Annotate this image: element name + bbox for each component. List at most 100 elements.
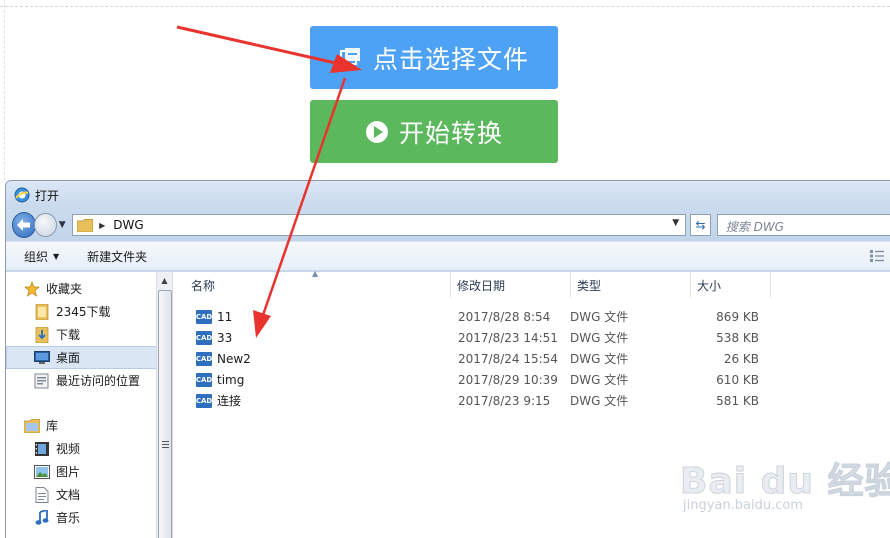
cad-file-icon: CAD xyxy=(196,330,212,345)
dialog-titlebar[interactable]: 打开 xyxy=(6,181,890,209)
file-name: 11 xyxy=(217,309,233,324)
navigation-pane: 收藏夹 2345下载 下载 桌面 最近访问的位置 库 视频 图片 文档 音乐 xyxy=(6,272,159,538)
scrollbar-thumb[interactable] xyxy=(158,290,172,538)
nav-item-2345-downloads[interactable]: 2345下载 xyxy=(6,300,156,323)
play-icon xyxy=(365,120,389,144)
screenshot-stage: 点击选择文件 开始转换 打开 ▼ ▶ DWG ▼ ⇆ 搜索 DWG 组织 ▼ 新… xyxy=(0,0,890,538)
column-header-type[interactable]: 类型 xyxy=(571,272,691,298)
scroll-up-icon[interactable]: ▲ xyxy=(157,272,172,289)
file-size: 538 KB xyxy=(716,330,759,345)
file-name-cell: CAD 11 xyxy=(174,309,450,324)
new-folder-button[interactable]: 新建文件夹 xyxy=(87,248,147,265)
folder-icon xyxy=(77,218,94,232)
file-size: 869 KB xyxy=(716,309,759,324)
nav-item-label: 2345下载 xyxy=(56,305,111,319)
nav-item-videos[interactable]: 视频 xyxy=(6,437,156,460)
select-file-label: 点击选择文件 xyxy=(372,44,529,74)
nav-item-label: 音乐 xyxy=(56,511,81,525)
refresh-button[interactable]: ⇆ xyxy=(690,214,711,236)
search-input[interactable]: 搜索 DWG xyxy=(716,214,890,236)
address-bar[interactable]: ▶ DWG ▼ xyxy=(72,214,687,236)
nav-item-label: 下载 xyxy=(56,328,81,342)
file-name-cell: CAD New2 xyxy=(174,351,450,366)
dialog-toolbar: 组织 ▼ 新建文件夹 xyxy=(6,241,890,271)
start-convert-button[interactable]: 开始转换 xyxy=(310,100,558,163)
file-name: timg xyxy=(217,372,245,387)
file-modified-date: 2017/8/24 15:54 xyxy=(458,351,558,366)
watermark-url: jingyan.baidu.com xyxy=(683,498,803,513)
file-row[interactable]: CAD 连接 2017/8/23 9:15 DWG 文件 581 KB xyxy=(174,390,890,411)
document-icon xyxy=(34,486,50,503)
file-row[interactable]: CAD 11 2017/8/28 8:54 DWG 文件 869 KB xyxy=(174,306,890,327)
column-header-label: 名称 xyxy=(191,278,216,293)
organize-menu[interactable]: 组织 ▼ xyxy=(24,248,59,265)
column-header-label: 类型 xyxy=(577,278,602,293)
nav-item-documents[interactable]: 文档 xyxy=(6,483,156,506)
nav-item-pictures[interactable]: 图片 xyxy=(6,460,156,483)
nav-item-label: 视频 xyxy=(56,442,81,456)
file-row[interactable]: CAD New2 2017/8/24 15:54 DWG 文件 26 KB xyxy=(174,348,890,369)
desktop-icon xyxy=(34,350,50,366)
file-size: 581 KB xyxy=(716,393,759,408)
organize-dropdown-icon: ▼ xyxy=(53,251,60,261)
dialog-title: 打开 xyxy=(35,188,60,203)
folder-icon xyxy=(34,303,50,320)
column-header-size[interactable]: 大小 xyxy=(691,272,771,298)
navigation-scrollbar[interactable]: ▲ xyxy=(156,272,173,538)
file-name: New2 xyxy=(217,351,251,366)
library-icon xyxy=(24,418,40,434)
address-dropdown-icon[interactable]: ▼ xyxy=(672,218,679,228)
file-size: 26 KB xyxy=(723,351,759,366)
music-icon xyxy=(34,509,50,526)
file-modified-date: 2017/8/28 8:54 xyxy=(458,309,551,324)
file-rows: CAD 11 2017/8/28 8:54 DWG 文件 869 KB CAD 33 2017… xyxy=(174,306,890,411)
history-dropdown-icon[interactable]: ▼ xyxy=(59,220,68,230)
file-name: 33 xyxy=(217,330,233,345)
cad-file-icon: CAD xyxy=(196,351,212,366)
cad-file-icon: CAD xyxy=(196,372,212,387)
nav-libraries-label: 库 xyxy=(46,419,59,433)
star-icon xyxy=(24,280,40,297)
nav-favorites-label: 收藏夹 xyxy=(46,282,83,296)
file-modified-date: 2017/8/29 10:39 xyxy=(458,372,558,387)
column-header-name[interactable]: 名称 ▲ xyxy=(174,269,451,298)
video-icon xyxy=(34,441,50,457)
downloads-folder-icon xyxy=(34,326,50,343)
file-size: 610 KB xyxy=(716,372,759,387)
file-type: DWG 文件 xyxy=(570,394,629,408)
file-name-cell: CAD 连接 xyxy=(174,392,450,409)
file-type: DWG 文件 xyxy=(570,352,629,366)
sort-ascending-icon: ▲ xyxy=(312,269,319,278)
select-file-button[interactable]: 点击选择文件 xyxy=(310,26,558,89)
nav-item-label: 最近访问的位置 xyxy=(56,374,141,388)
file-row[interactable]: CAD timg 2017/8/29 10:39 DWG 文件 610 KB xyxy=(174,369,890,390)
nav-favorites[interactable]: 收藏夹 xyxy=(6,277,156,300)
file-modified-date: 2017/8/23 9:15 xyxy=(458,393,551,408)
picture-icon xyxy=(34,464,50,480)
file-name-cell: CAD 33 xyxy=(174,330,450,345)
page-border xyxy=(4,0,5,180)
nav-item-recent-places[interactable]: 最近访问的位置 xyxy=(6,369,156,392)
file-upload-icon xyxy=(339,47,363,69)
view-options-icon[interactable] xyxy=(870,250,884,262)
new-folder-label: 新建文件夹 xyxy=(87,249,148,264)
file-type: DWG 文件 xyxy=(570,331,629,345)
nav-item-desktop[interactable]: 桌面 xyxy=(6,346,159,369)
breadcrumb-folder[interactable]: DWG xyxy=(113,218,143,232)
file-modified-date: 2017/8/23 14:51 xyxy=(458,330,558,345)
file-type: DWG 文件 xyxy=(570,373,629,387)
back-button[interactable] xyxy=(12,212,37,238)
file-row[interactable]: CAD 33 2017/8/23 14:51 DWG 文件 538 KB xyxy=(174,327,890,348)
cad-file-icon: CAD xyxy=(196,393,212,408)
nav-item-downloads[interactable]: 下载 xyxy=(6,323,156,346)
nav-libraries[interactable]: 库 xyxy=(6,414,156,437)
page-divider xyxy=(0,6,890,7)
back-arrow-icon xyxy=(17,219,31,231)
file-type: DWG 文件 xyxy=(570,310,629,324)
browser-app-icon xyxy=(14,187,30,203)
column-header-date[interactable]: 修改日期 xyxy=(451,272,571,298)
forward-button[interactable] xyxy=(34,213,57,237)
watermark-logo: Bai du 经验 xyxy=(680,461,890,503)
nav-item-label: 图片 xyxy=(56,465,81,479)
nav-item-music[interactable]: 音乐 xyxy=(6,506,156,529)
